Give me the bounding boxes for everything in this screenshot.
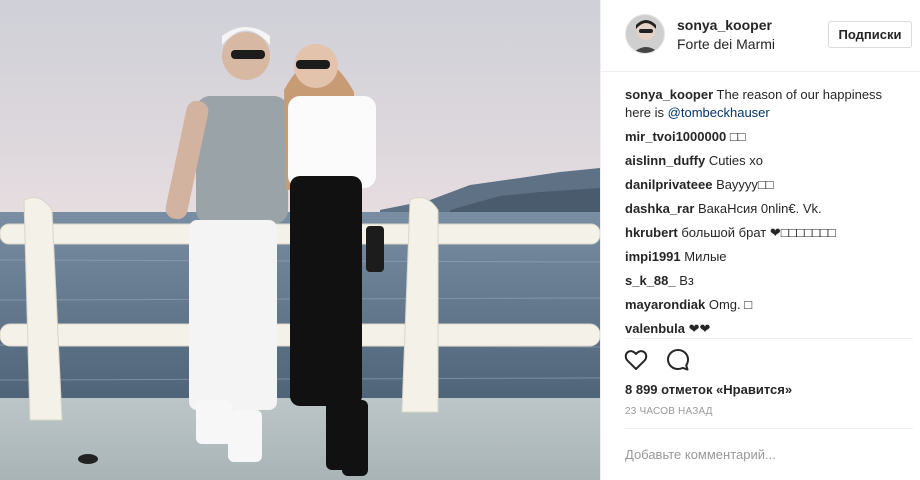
comment-item: danilprivateee Вауууу□□ — [625, 176, 901, 194]
post-location[interactable]: Forte dei Marmi — [677, 36, 775, 52]
comment-username[interactable]: hkrubert — [625, 225, 678, 240]
post-timestamp[interactable]: 23 часов назад — [625, 406, 713, 417]
comment-text: Милые — [684, 249, 727, 264]
comment-item: valenbula ❤❤ — [625, 320, 901, 336]
caption-mention-link[interactable]: @tombeckhauser — [668, 105, 770, 120]
comment-username[interactable]: s_k_88_ — [625, 273, 676, 288]
comment-item: mayarondiak Omg. □ — [625, 296, 901, 314]
comments-list[interactable]: sonya_kooper The reason of our happiness… — [625, 86, 901, 336]
comment-username[interactable]: impi1991 — [625, 249, 681, 264]
comment-item: impi1991 Милые — [625, 248, 901, 266]
comment-text: ❤❤ — [688, 321, 711, 336]
comment-username[interactable]: dashka_rar — [625, 201, 694, 216]
post-photo-image — [0, 0, 600, 480]
comment-item: mir_tvoi1000000 □□ — [625, 128, 901, 146]
caption-username[interactable]: sonya_kooper — [625, 87, 713, 102]
post-caption: sonya_kooper The reason of our happiness… — [625, 86, 901, 122]
following-button[interactable]: Подписки — [828, 21, 912, 48]
actions-divider — [625, 338, 913, 339]
comment-text: Вауууу□□ — [716, 177, 774, 192]
comment-username[interactable]: aislinn_duffy — [625, 153, 705, 168]
comment-username[interactable]: danilprivateee — [625, 177, 712, 192]
post-header: sonya_kooper Forte dei Marmi Подписки — [601, 0, 920, 72]
comment-item: dashka_rar ВакаНсия 0nlin€. Vk. — [625, 200, 901, 218]
avatar[interactable] — [625, 14, 665, 54]
avatar-image — [626, 15, 664, 53]
post-author-username[interactable]: sonya_kooper — [677, 17, 772, 33]
comment-username[interactable]: mir_tvoi1000000 — [625, 129, 726, 144]
comment-text: большой брат ❤□□□□□□□ — [681, 225, 836, 240]
comment-text: ВакаНсия 0nlin€. Vk. — [698, 201, 822, 216]
comment-item: hkrubert большой брат ❤□□□□□□□ — [625, 224, 901, 242]
comment-text: Cuties xo — [708, 153, 764, 168]
likes-count[interactable]: 8 899 отметок «Нравится» — [625, 382, 792, 397]
post-side-panel: sonya_kooper Forte dei Marmi Подписки so… — [600, 0, 920, 480]
comment-item: s_k_88_ Вз — [625, 272, 901, 290]
comment-text: □□ — [729, 129, 746, 144]
add-comment-input[interactable] — [625, 440, 905, 468]
comment-input-divider — [625, 428, 913, 429]
comment-text: Omg. □ — [708, 297, 753, 312]
comment-username[interactable]: valenbula — [625, 321, 685, 336]
comment-username[interactable]: mayarondiak — [625, 297, 705, 312]
comment-item: aislinn_duffy Cuties xo — [625, 152, 901, 170]
comment-text: Вз — [679, 273, 694, 288]
comment-icon[interactable] — [665, 347, 691, 373]
post-photo[interactable] — [0, 0, 600, 480]
heart-icon[interactable] — [623, 347, 649, 373]
